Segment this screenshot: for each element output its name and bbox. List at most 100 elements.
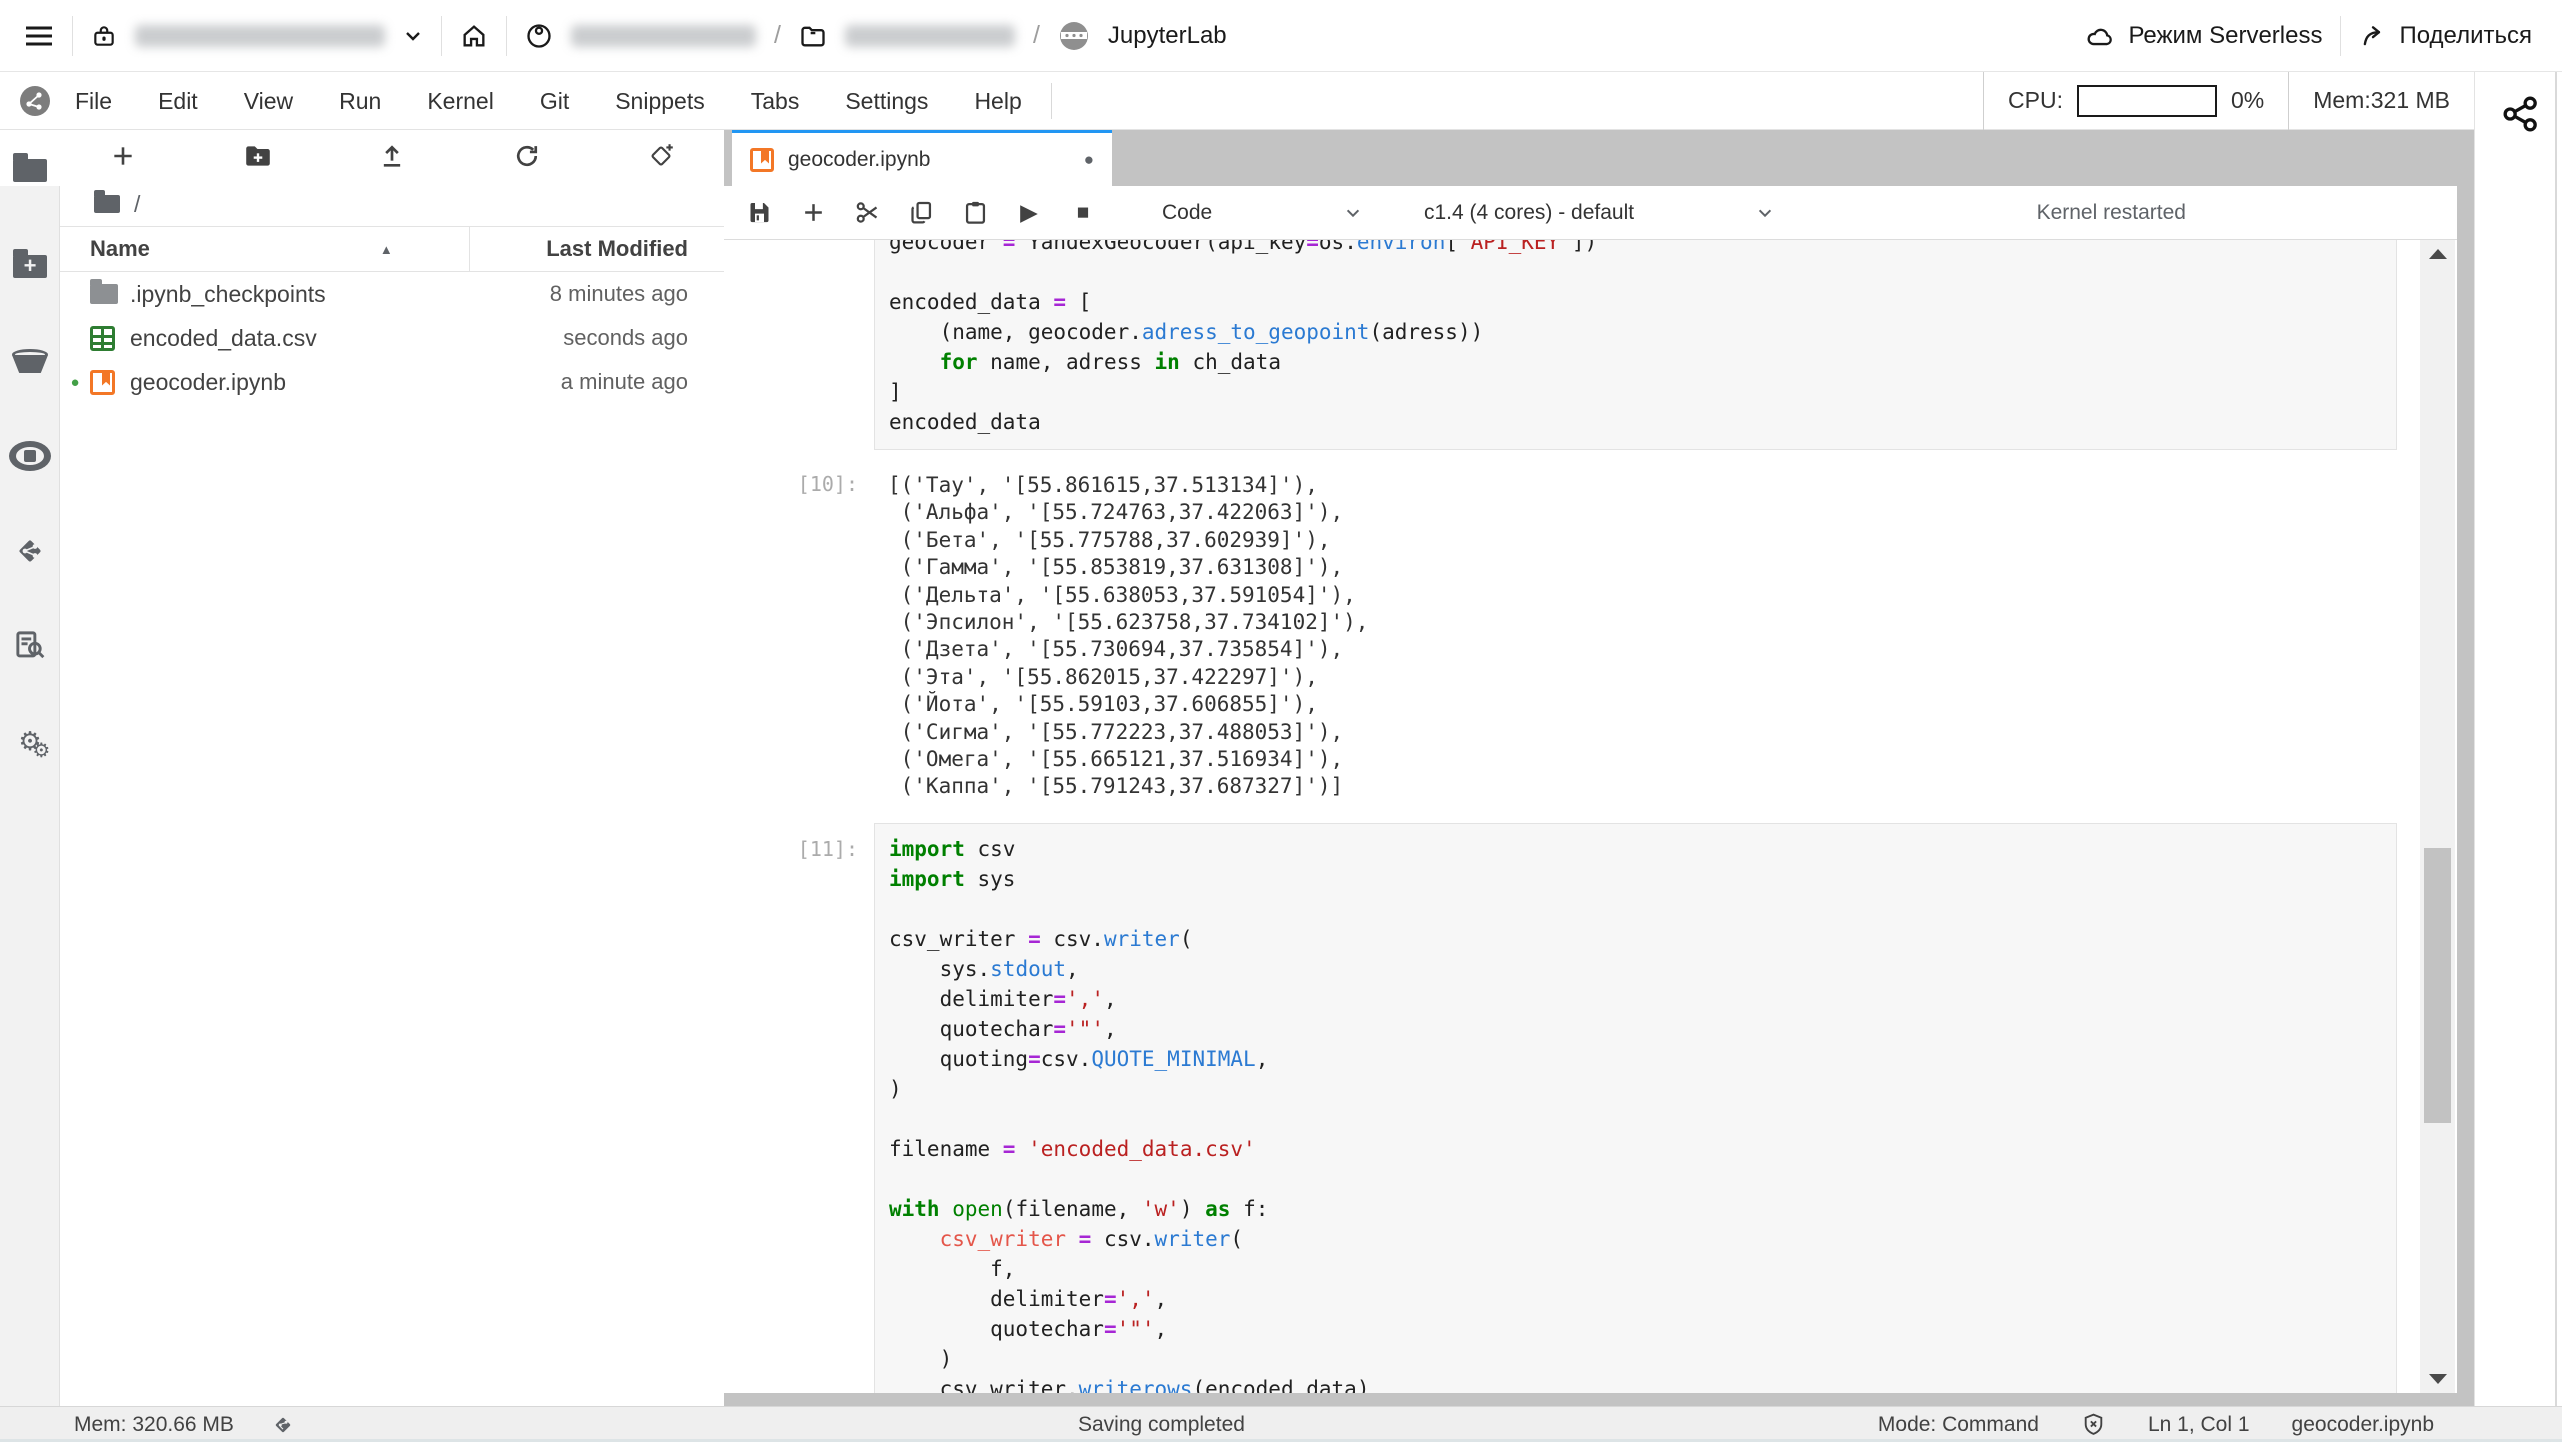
blurred-folder-name[interactable]	[844, 24, 1015, 47]
menu-item-kernel[interactable]: Kernel	[404, 72, 516, 130]
code-editor[interactable]: import csv import sys csv_writer = csv.wr…	[874, 822, 2397, 1393]
code-cell: [11]: import csv import sys csv_writer = c…	[724, 822, 2417, 1393]
new-folder-icon	[245, 146, 270, 166]
menu-item-help[interactable]: Help	[951, 72, 1044, 130]
refresh-button[interactable]	[510, 139, 544, 173]
product-title: JupyterLab	[1107, 21, 1227, 49]
git-branch-icon	[19, 540, 41, 562]
file-list: .ipynb_checkpoints 8 minutes ago encoded_d…	[60, 272, 724, 404]
top-header: / / JupyterLab Режим Serverless Поделить…	[0, 0, 2562, 72]
notebook-mode[interactable]: Mode: Command	[1878, 1413, 2039, 1437]
copy-cell-button[interactable]	[906, 198, 936, 228]
output-area: [('Тау', '[55.861615,37.513134]'), ('Аль…	[888, 473, 1369, 799]
plus-icon	[804, 204, 822, 221]
hamburger-menu-icon[interactable]	[24, 24, 54, 48]
sidebar-tab-bucket[interactable]	[0, 333, 60, 389]
notebook-toolbar: ▶ ■ Code c1.4 (4 cores) - default Kernel…	[724, 186, 2457, 240]
new-launcher-button[interactable]	[106, 139, 140, 173]
cut-cell-button[interactable]	[852, 198, 882, 228]
divider	[2340, 15, 2342, 56]
share-button[interactable]: Поделиться	[2359, 22, 2532, 50]
menu-item-file[interactable]: File	[52, 72, 135, 130]
home-icon[interactable]	[460, 22, 488, 50]
panel-bottom-strip	[724, 1393, 2457, 1406]
cpu-indicator: CPU: 0%	[1983, 71, 2288, 130]
memory-indicator: Mem:321 MB	[2288, 71, 2474, 130]
blurred-org-name[interactable]	[571, 24, 756, 47]
file-name: .ipynb_checkpoints	[130, 280, 326, 307]
menu-item-edit[interactable]: Edit	[135, 72, 221, 130]
sidebar-tab-settings[interactable]: ⚙ ⚙	[0, 713, 60, 769]
git-clone-button[interactable]	[644, 139, 678, 173]
running-kernel-dot: ●	[70, 373, 80, 391]
sidebar-tab-file-browser[interactable]	[0, 142, 60, 198]
menu-item-run[interactable]: Run	[316, 72, 404, 130]
copy-icon	[910, 201, 931, 224]
sidebar-tab-inspector[interactable]	[0, 617, 60, 673]
divider	[72, 15, 73, 56]
unsaved-dot-icon: ●	[1083, 149, 1094, 169]
kernel-dropdown[interactable]: c1.4 (4 cores) - default	[1424, 201, 1774, 225]
interrupt-kernel-button[interactable]: ■	[1068, 198, 1098, 228]
tab-geocoder-ipynb[interactable]: geocoder.ipynb ●	[732, 130, 1112, 186]
sidebar-tab-running-kernels[interactable]	[0, 428, 60, 484]
scroll-down-button[interactable]	[2420, 1365, 2455, 1393]
active-file-name[interactable]: geocoder.ipynb	[2292, 1413, 2434, 1437]
new-folder-button[interactable]	[241, 139, 275, 173]
root-folder-icon[interactable]	[94, 190, 120, 213]
menu-item-tabs[interactable]: Tabs	[728, 72, 823, 130]
memory-usage: Mem: 320.66 MB	[74, 1412, 234, 1436]
file-row[interactable]: .ipynb_checkpoints 8 minutes ago	[60, 272, 724, 316]
bucket-icon	[12, 349, 48, 373]
floppy-icon	[750, 202, 768, 223]
scissors-icon	[856, 202, 877, 223]
scroll-up-button[interactable]	[2420, 240, 2455, 268]
file-row[interactable]: encoded_data.csv seconds ago	[60, 316, 724, 360]
blurred-project-name[interactable]	[135, 24, 385, 47]
add-cell-button[interactable]	[798, 198, 828, 228]
git-clone-icon	[651, 144, 673, 166]
cell-prompt	[724, 240, 874, 450]
jupyterlab-window: / / JupyterLab Режим Serverless Поделить…	[0, 0, 2562, 1442]
cursor-position[interactable]: Ln 1, Col 1	[2148, 1413, 2250, 1437]
tab-bar: geocoder.ipynb ●	[724, 130, 2474, 186]
csv-icon	[90, 325, 115, 351]
cpu-usage-bar	[2076, 84, 2217, 117]
share-network-icon[interactable]	[2501, 94, 2541, 134]
cpu-label: CPU:	[2008, 87, 2063, 113]
share-label: Поделиться	[2399, 21, 2532, 49]
file-row[interactable]: ● geocoder.ipynb a minute ago	[60, 360, 724, 404]
refresh-icon	[516, 145, 537, 167]
cell-type-dropdown[interactable]: Code	[1162, 201, 1362, 225]
serverless-mode-button[interactable]: Режим Serverless	[2086, 22, 2322, 50]
column-header-name[interactable]: Name ▲	[60, 236, 469, 262]
column-header-modified[interactable]: Last Modified	[470, 236, 724, 262]
code-editor[interactable]: geocoder = YandexGeocoder(api_key=os.env…	[874, 240, 2397, 450]
right-sidebar-strip	[2474, 72, 2562, 1406]
menu-item-git[interactable]: Git	[517, 72, 592, 130]
gears-icon: ⚙ ⚙	[18, 726, 51, 762]
run-cell-button[interactable]: ▶	[1014, 198, 1044, 228]
save-button[interactable]	[744, 198, 774, 228]
shield-x-icon[interactable]	[2081, 1412, 2106, 1437]
serverless-mode-label: Режим Serverless	[2128, 21, 2323, 49]
menu-item-view[interactable]: View	[221, 72, 316, 130]
upload-button[interactable]	[375, 139, 409, 173]
notebook-content: geocoder = YandexGeocoder(api_key=os.env…	[724, 240, 2457, 1393]
paste-cell-button[interactable]	[960, 198, 990, 228]
notebook-scrollbar[interactable]	[2420, 240, 2455, 1393]
share-arrow-icon	[2364, 25, 2381, 45]
menu-item-settings[interactable]: Settings	[822, 72, 951, 130]
chevron-down-icon[interactable]	[403, 26, 423, 46]
menu-item-snippets[interactable]: Snippets	[592, 72, 728, 130]
scrollbar-thumb[interactable]	[2424, 848, 2451, 1123]
file-list-header: Name ▲ Last Modified	[60, 226, 724, 272]
jupyterlab-logo	[1059, 21, 1088, 50]
plus-icon	[114, 147, 132, 165]
breadcrumb-root[interactable]: /	[134, 191, 140, 218]
file-browser-panel: / Name ▲ Last Modified .ipynb_checkpoint…	[60, 130, 724, 1406]
git-diamond-icon[interactable]	[270, 1412, 296, 1438]
sidebar-tab-git[interactable]	[0, 523, 60, 579]
save-status-message: Saving completed	[1078, 1413, 1245, 1436]
sidebar-tab-new-folder[interactable]	[0, 238, 60, 294]
